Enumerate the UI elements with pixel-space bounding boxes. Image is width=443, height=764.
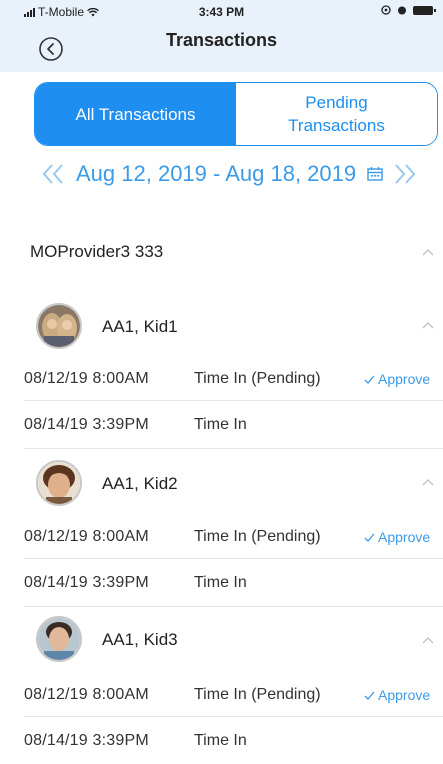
transaction-datetime: 08/12/19 8:00AM (24, 686, 149, 703)
chevron-up-icon[interactable] (422, 478, 434, 486)
child-section-header[interactable]: AA1, Kid3 (0, 608, 443, 674)
approve-button[interactable]: Approve (364, 529, 430, 545)
date-range-label[interactable]: Aug 12, 2019 - Aug 18, 2019 (76, 161, 356, 187)
calendar-icon[interactable] (366, 166, 384, 182)
transaction-row: 08/14/19 3:39PM Time In (0, 402, 443, 448)
chevron-up-icon[interactable] (422, 248, 434, 256)
child-photo (38, 305, 80, 347)
avatar (36, 616, 82, 662)
tab-pending-label-line2: Transactions (288, 116, 385, 135)
double-chevron-right-icon[interactable] (392, 162, 418, 186)
transaction-row: 08/12/19 8:00AM Time In (Pending) Approv… (0, 356, 443, 402)
row-divider (24, 400, 443, 401)
transaction-row: 08/14/19 3:39PM Time In (0, 560, 443, 606)
row-divider (24, 606, 443, 607)
transaction-datetime: 08/12/19 8:00AM (24, 528, 149, 545)
checkmark-icon (364, 691, 375, 700)
status-time: 3:43 PM (198, 5, 245, 19)
approve-button[interactable]: Approve (364, 371, 430, 387)
row-divider (24, 558, 443, 559)
transaction-status: Time In (Pending) (194, 686, 321, 703)
transaction-status: Time In (Pending) (194, 528, 321, 545)
child-photo (38, 462, 80, 504)
chevron-up-icon[interactable] (422, 636, 434, 644)
page-title: Transactions (165, 30, 278, 50)
tab-pending-label-line1: Pending (305, 93, 368, 112)
tab-all-transactions[interactable]: All Transactions (35, 83, 236, 145)
transaction-status: Time In (194, 416, 247, 433)
child-photo (38, 618, 80, 660)
double-chevron-left-icon[interactable] (40, 162, 66, 186)
app-header: T-Mobile 3:43 PM Transactions (0, 0, 443, 72)
date-range-navigator: Aug 12, 2019 - Aug 18, 2019 (40, 158, 440, 190)
status-bar: T-Mobile 3:43 PM (0, 0, 443, 22)
battery-icon (413, 5, 436, 15)
child-name: AA1, Kid3 (102, 630, 178, 649)
transaction-datetime: 08/14/19 3:39PM (24, 732, 149, 749)
child-section-header[interactable]: AA1, Kid2 (0, 450, 443, 516)
avatar (36, 303, 82, 349)
alarm-icon (398, 6, 406, 15)
transaction-datetime: 08/14/19 3:39PM (24, 416, 149, 433)
avatar (36, 460, 82, 506)
approve-label: Approve (378, 529, 431, 545)
checkmark-icon (364, 375, 375, 384)
provider-name: MOProvider3 333 (30, 242, 164, 261)
tab-all-label: All Transactions (75, 104, 196, 124)
approve-label: Approve (378, 687, 431, 703)
status-icons (381, 5, 436, 15)
transaction-row: 08/14/19 3:39PM Time In (0, 718, 443, 764)
chevron-up-icon[interactable] (422, 321, 434, 329)
child-section-header[interactable]: AA1, Kid1 (0, 293, 443, 359)
row-divider (24, 448, 443, 449)
transaction-datetime: 08/14/19 3:39PM (24, 574, 149, 591)
child-name: AA1, Kid2 (102, 474, 178, 493)
transaction-status: Time In (Pending) (194, 370, 321, 387)
transaction-status: Time In (194, 732, 247, 749)
tab-pending-label: Pending Transactions (288, 91, 385, 137)
child-name: AA1, Kid1 (102, 317, 178, 336)
transactions-filter-tabs: All Transactions Pending Transactions (34, 82, 438, 146)
transaction-row: 08/12/19 8:00AM Time In (Pending) Approv… (0, 672, 443, 718)
provider-section-header[interactable]: MOProvider3 333 (30, 238, 442, 268)
location-icon (381, 5, 391, 15)
transaction-status: Time In (194, 574, 247, 591)
row-divider (24, 716, 443, 717)
approve-label: Approve (378, 371, 431, 387)
transaction-row: 08/12/19 8:00AM Time In (Pending) Approv… (0, 514, 443, 560)
transaction-datetime: 08/12/19 8:00AM (24, 370, 149, 387)
checkmark-icon (364, 533, 375, 542)
tab-pending-transactions[interactable]: Pending Transactions (236, 83, 437, 145)
approve-button[interactable]: Approve (364, 687, 430, 703)
